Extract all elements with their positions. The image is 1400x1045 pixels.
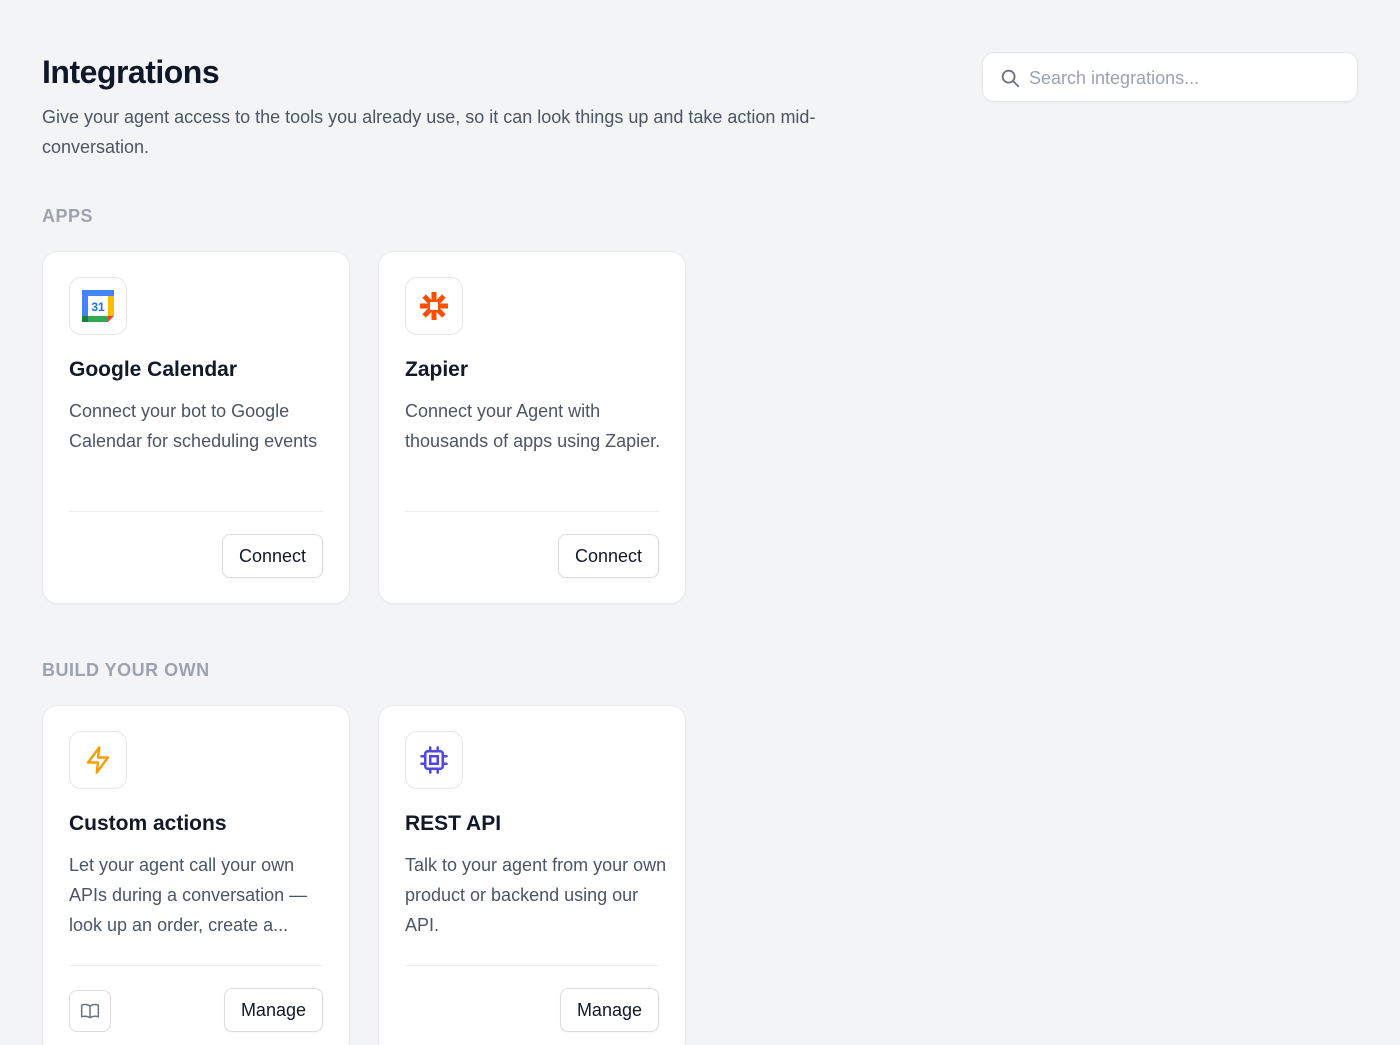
rest-api-logo — [405, 731, 463, 789]
connect-button[interactable]: Connect — [557, 534, 659, 578]
integration-card-rest-api: REST API Talk to your agent from your ow… — [378, 705, 686, 1045]
card-title: Zapier — [405, 358, 469, 381]
page-title: Integrations — [42, 54, 220, 90]
google-calendar-icon: 31 — [82, 290, 114, 322]
card-title: REST API — [405, 812, 502, 835]
card-description: Let your agent call your own APIs during… — [69, 855, 308, 935]
google-calendar-icon-date: 31 — [91, 300, 105, 314]
card-description: Connect your bot to Google Calendar for … — [69, 401, 318, 451]
section-label-build-your-own: BUILD YOUR OWN — [42, 660, 210, 680]
card-divider — [69, 965, 323, 966]
integration-card-google-calendar: 31 Google Calendar Connect your bot to G… — [42, 251, 350, 604]
book-icon — [80, 1003, 100, 1019]
zapier-icon — [420, 292, 448, 320]
search-icon — [1001, 69, 1020, 88]
card-description: Talk to your agent from your own product… — [405, 855, 667, 935]
card-title: Google Calendar — [69, 358, 238, 381]
google-calendar-logo: 31 — [69, 277, 127, 335]
integration-card-custom-actions: Custom actions Let your agent call your … — [42, 705, 350, 1045]
connect-button[interactable]: Connect — [221, 534, 323, 578]
page-subtitle: Give your agent access to the tools you … — [42, 107, 816, 157]
card-divider — [405, 965, 659, 966]
section-label-apps: APPS — [42, 206, 94, 226]
integrations-page: Integrations Give your agent access to t… — [0, 0, 1400, 1045]
manage-button[interactable]: Manage — [559, 988, 659, 1032]
lightning-bolt-icon — [86, 746, 110, 774]
search-input[interactable] — [1029, 63, 1339, 93]
custom-actions-logo — [69, 731, 127, 789]
docs-button[interactable] — [69, 990, 111, 1032]
integration-card-zapier: Zapier Connect your Agent with thousands… — [378, 251, 686, 604]
search-box[interactable] — [982, 52, 1358, 102]
zapier-logo — [405, 277, 463, 335]
card-divider — [69, 511, 323, 512]
cpu-chip-icon — [420, 746, 448, 774]
card-divider — [405, 511, 659, 512]
card-description: Connect your Agent with thousands of app… — [405, 401, 661, 451]
manage-button[interactable]: Manage — [223, 988, 323, 1032]
card-title: Custom actions — [69, 812, 227, 835]
